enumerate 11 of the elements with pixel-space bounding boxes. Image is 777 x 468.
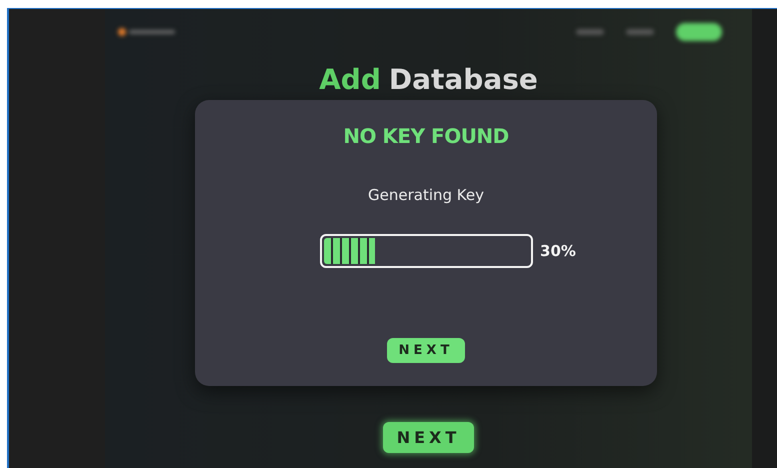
page-heading-accent: Add — [319, 63, 381, 96]
nav-link-drawing[interactable] — [576, 29, 604, 35]
page-heading: Database — [388, 63, 538, 96]
nav-link-drawing[interactable] — [626, 29, 654, 35]
dialog-message: Generating Key — [368, 186, 484, 204]
progress-reading: 30% — [540, 242, 576, 260]
next-button[interactable]: NEXT — [386, 338, 466, 363]
dialog-title: NO KEY FOUND — [343, 124, 509, 148]
next-button[interactable]: NEXT — [382, 422, 474, 453]
logo-drawing — [117, 27, 177, 37]
nav-button-drawing[interactable] — [676, 23, 722, 41]
